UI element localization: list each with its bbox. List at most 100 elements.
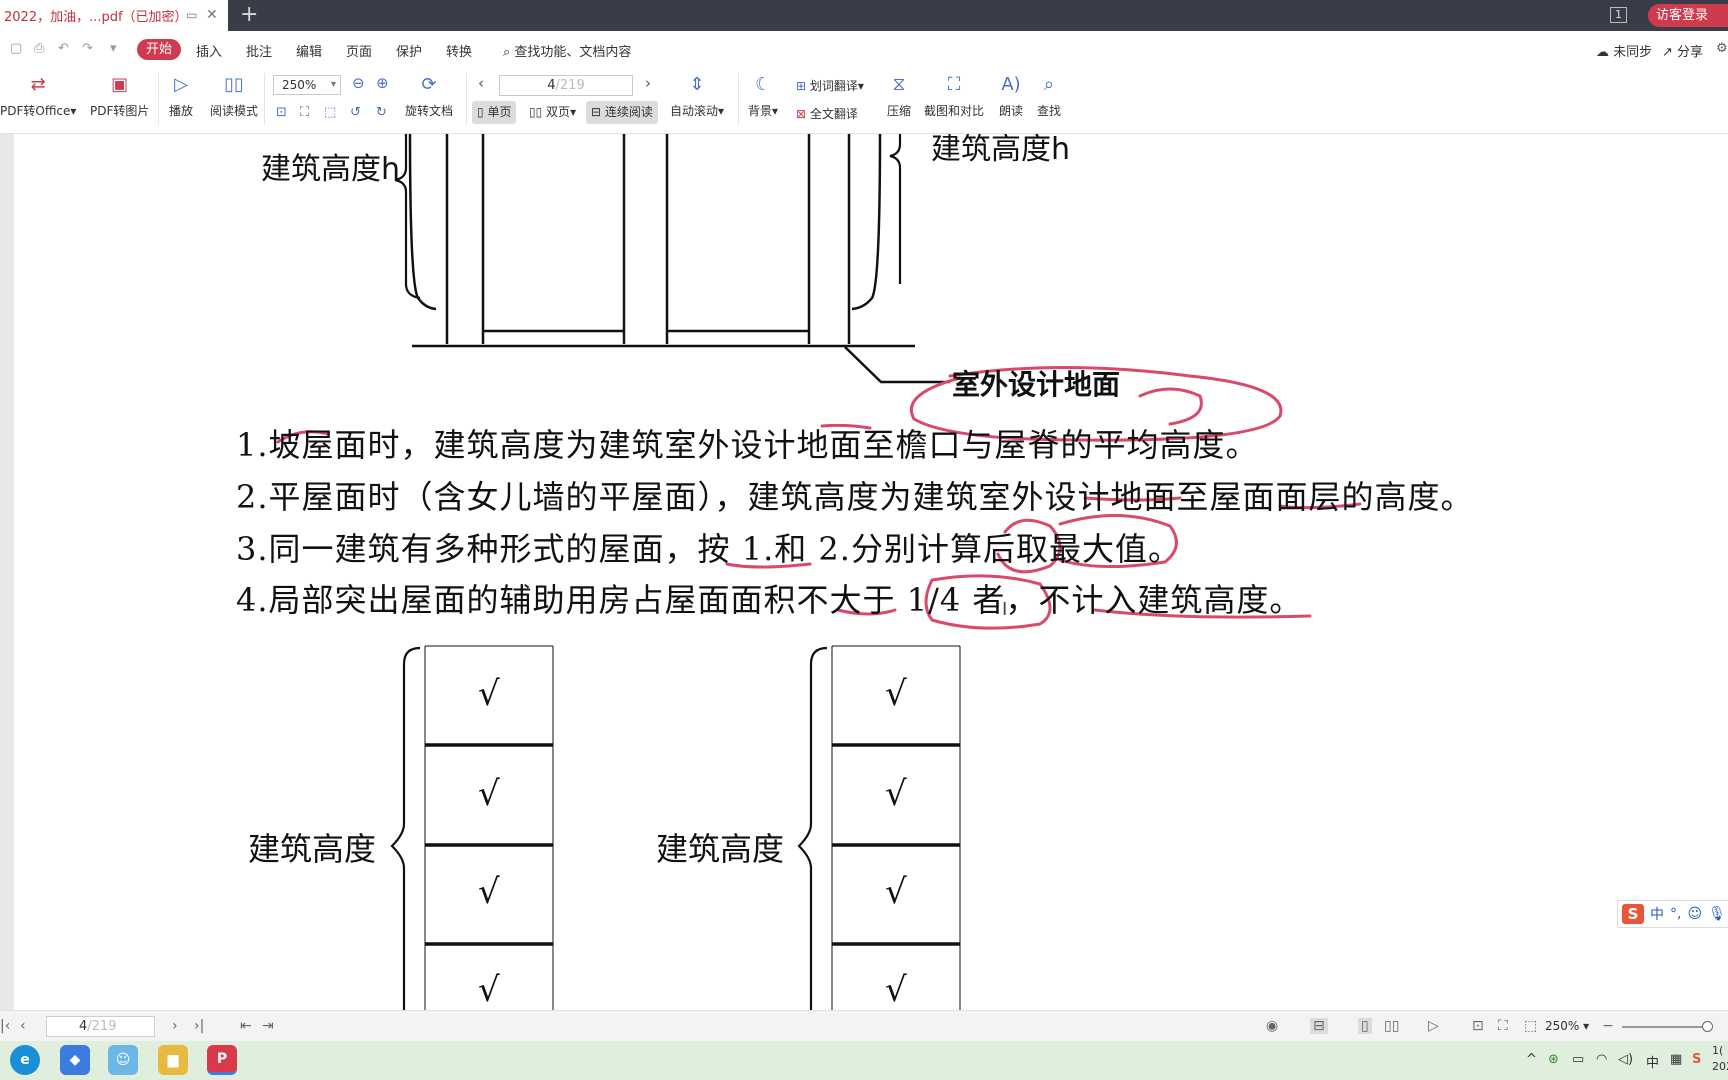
close-tab-icon[interactable]: ✕: [206, 7, 218, 23]
back-icon[interactable]: ⇤: [240, 1018, 252, 1034]
sogou-logo-icon[interactable]: S: [1622, 904, 1644, 924]
zoom-out-icon[interactable]: −: [1602, 1018, 1614, 1034]
volume-icon[interactable]: ◁): [1618, 1052, 1633, 1067]
rotate-left-icon[interactable]: ↺: [350, 105, 361, 120]
tray-grid-icon[interactable]: ▦: [1670, 1052, 1682, 1067]
double-page-button[interactable]: ▯▯ 双页▾: [524, 101, 581, 124]
word-translate-label: 划词翻译: [809, 79, 858, 93]
auto-scroll-button[interactable]: ⇕ 自动滚动▾: [670, 71, 724, 119]
rotate-document-button[interactable]: ⟳ 旋转文档: [405, 71, 453, 119]
microphone-icon[interactable]: 🎙: [1708, 906, 1726, 922]
find-button[interactable]: ⌕ 查找: [1036, 71, 1062, 119]
sync-status[interactable]: ☁ 未同步: [1596, 41, 1652, 60]
play-button[interactable]: ▷ 播放: [168, 71, 194, 119]
new-tab-button[interactable]: +: [240, 2, 258, 27]
play-label: 播放: [168, 104, 193, 118]
app-icon-character[interactable]: ☺: [108, 1045, 138, 1075]
image-icon: ▣: [111, 73, 129, 95]
status-page-input[interactable]: 4/219: [46, 1016, 155, 1037]
app-icon-blue[interactable]: ◆: [60, 1045, 90, 1075]
clock[interactable]: 1( 202: [1712, 1043, 1728, 1075]
guest-login-button[interactable]: 访客登录: [1648, 4, 1728, 27]
speaker-icon: A): [1001, 73, 1021, 95]
status-zoom-select[interactable]: 250% ▾: [1545, 1019, 1589, 1033]
tray-app-icon[interactable]: ⊛: [1548, 1052, 1559, 1067]
clock-date: 202: [1712, 1060, 1728, 1073]
file-explorer-icon[interactable]: ▆: [158, 1045, 188, 1075]
edge-browser-icon[interactable]: e: [10, 1045, 40, 1075]
pdf-to-office-button[interactable]: ⇄ PDF转Office▾: [0, 71, 76, 119]
print-icon[interactable]: ⎙: [34, 41, 44, 56]
play-icon[interactable]: ▷: [1428, 1018, 1439, 1034]
tray-language[interactable]: 中: [1646, 1052, 1659, 1071]
actual-size-icon[interactable]: ⊡: [276, 105, 287, 120]
pin-icon[interactable]: ▭: [186, 8, 197, 22]
feature-search[interactable]: ⌕ 查找功能、文档内容: [503, 41, 631, 60]
customize-dropdown-icon[interactable]: ▾: [110, 41, 117, 56]
menu-convert[interactable]: 转换: [446, 41, 472, 60]
menu-protect[interactable]: 保护: [396, 41, 422, 60]
wifi-icon[interactable]: ◠: [1596, 1052, 1607, 1067]
window-count-badge[interactable]: 1: [1610, 7, 1627, 23]
pdf-app-icon[interactable]: P: [207, 1045, 237, 1075]
fit-page-icon[interactable]: ⛶: [1498, 1018, 1508, 1034]
read-mode-button[interactable]: ▯▯ 阅读模式: [210, 71, 258, 119]
next-page-icon[interactable]: ›: [172, 1018, 178, 1034]
save-icon[interactable]: ▢: [10, 41, 22, 56]
eye-protect-icon[interactable]: ◉: [1266, 1018, 1278, 1034]
height-h-label-right: 建筑高度h: [931, 134, 1071, 167]
zoom-select[interactable]: 250% ▾: [273, 75, 341, 95]
continuous-read-button[interactable]: ⊟ 连续阅读: [586, 101, 658, 124]
single-view-icon[interactable]: ▯: [1358, 1018, 1372, 1034]
redo-icon[interactable]: ↷: [82, 41, 93, 56]
rule-line-4: 4.局部突出屋面的辅助用房占屋面面积不大于 1/4 者，不计入建筑高度。: [236, 581, 1303, 619]
zoom-slider-thumb[interactable]: [1702, 1021, 1713, 1032]
first-page-icon[interactable]: |‹: [0, 1018, 10, 1034]
emoji-icon[interactable]: ☺: [1687, 906, 1702, 922]
zoom-in-icon[interactable]: ⊕: [376, 74, 389, 92]
ime-punctuation[interactable]: °,: [1670, 906, 1681, 922]
read-aloud-button[interactable]: A) 朗读: [998, 71, 1024, 119]
ime-toolbar[interactable]: S 中 °, ☺ 🎙: [1617, 900, 1728, 928]
menu-page[interactable]: 页面: [346, 41, 372, 60]
page-number-input[interactable]: 4/219: [499, 75, 633, 96]
rotate-right-icon[interactable]: ↻: [376, 105, 387, 120]
fit-width-icon[interactable]: ⬚: [324, 105, 336, 120]
forward-icon[interactable]: ⇥: [262, 1018, 274, 1034]
settings-icon[interactable]: ⚙: [1716, 41, 1728, 56]
prev-page-icon[interactable]: ‹: [20, 1018, 26, 1034]
menu-start-tab[interactable]: 开始: [137, 39, 181, 60]
full-translate-button[interactable]: ⊠ 全文翻译: [796, 105, 858, 122]
compress-button[interactable]: ⧖ 压缩: [886, 71, 912, 119]
menu-annotate[interactable]: 批注: [246, 41, 272, 60]
menu-edit[interactable]: 编辑: [296, 41, 322, 60]
next-page-icon[interactable]: ›: [645, 74, 651, 92]
pdf-to-office-label: PDF转Office: [0, 104, 71, 118]
screenshot-compare-button[interactable]: ⛶ 截图和对比: [924, 71, 984, 119]
tray-ime-icon[interactable]: S: [1692, 1052, 1701, 1067]
last-page-icon[interactable]: ›|: [194, 1018, 204, 1034]
prev-page-icon[interactable]: ‹: [478, 74, 484, 92]
battery-icon[interactable]: ▭: [1572, 1052, 1584, 1067]
document-tab[interactable]: 2022，加油，...pdf（已加密） ▭ ✕: [0, 0, 228, 31]
undo-icon[interactable]: ↶: [58, 41, 69, 56]
background-button[interactable]: ☾ 背景▾: [748, 71, 778, 119]
single-page-button[interactable]: ▯ 单页: [472, 101, 517, 124]
tray-chevron-icon[interactable]: ^: [1526, 1052, 1537, 1067]
double-view-icon[interactable]: ▯▯: [1384, 1018, 1399, 1034]
zoom-slider[interactable]: [1622, 1021, 1713, 1032]
document-viewport[interactable]: 建筑高度h 建筑高度h 室外设计地面 1.坡屋面时，建筑高度为建筑室外设计地面至…: [0, 134, 1728, 1010]
moon-icon: ☾: [754, 73, 772, 95]
actual-size-icon[interactable]: ⊡: [1472, 1018, 1484, 1034]
pdf-to-image-button[interactable]: ▣ PDF转图片: [90, 71, 149, 119]
fit-page-icon[interactable]: ⛶: [300, 105, 309, 120]
page-current: 4: [547, 78, 556, 93]
share-button[interactable]: ↗ 分享: [1662, 41, 1703, 60]
ime-mode[interactable]: 中: [1650, 904, 1664, 924]
continuous-view-icon[interactable]: ⊟: [1310, 1018, 1328, 1034]
menu-insert[interactable]: 插入: [196, 41, 222, 60]
status-bar: |‹ ‹ 4/219 › ›| ⇤ ⇥ ◉ ⊟ ▯ ▯▯ ▷ ⊡ ⛶ ⬚ 250…: [0, 1010, 1728, 1041]
word-translate-button[interactable]: ⊞ 划词翻译▾: [796, 77, 864, 94]
zoom-out-icon[interactable]: ⊖: [352, 74, 365, 92]
fit-width-icon[interactable]: ⬚: [1524, 1018, 1537, 1034]
